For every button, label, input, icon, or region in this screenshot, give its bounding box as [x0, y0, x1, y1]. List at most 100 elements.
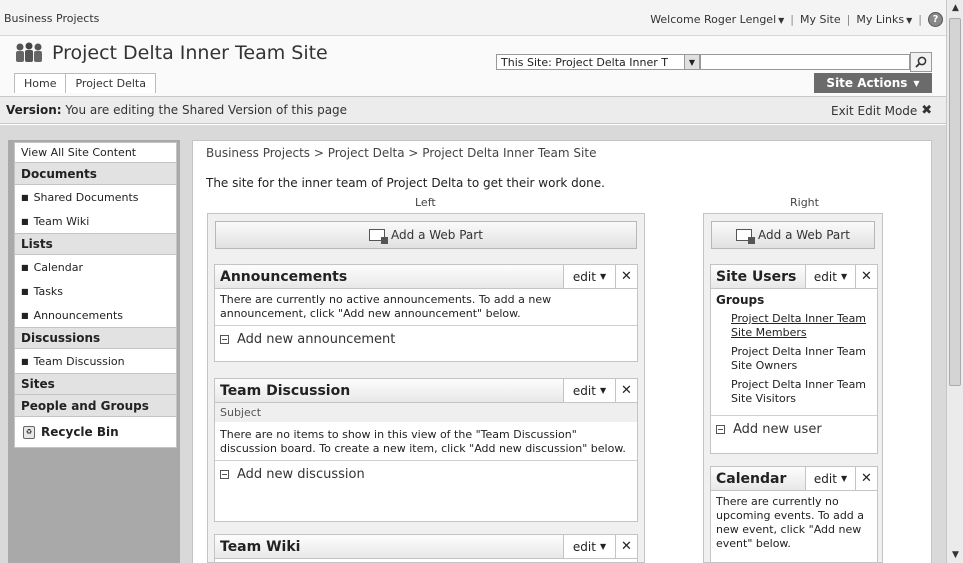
edit-menu-button[interactable]: edit ▼ — [563, 265, 615, 288]
exit-edit-label: Exit Edit Mode — [831, 103, 918, 118]
web-part-message: There are currently no active announceme… — [220, 293, 552, 320]
add-web-part-button[interactable]: Add a Web Part — [711, 221, 875, 249]
group-owners-link[interactable]: Project Delta Inner Team Site Owners — [731, 345, 872, 373]
column-header-subject[interactable]: Subject — [215, 403, 637, 422]
web-part-title[interactable]: Site Users — [711, 265, 805, 288]
my-site-link[interactable]: My Site — [800, 13, 841, 26]
recycle-bin-label: Recycle Bin — [41, 425, 119, 439]
vertical-scrollbar[interactable]: ▲ ▼ — [946, 0, 963, 563]
web-part-title[interactable]: Announcements — [215, 265, 563, 288]
scroll-up-icon[interactable]: ▲ — [948, 0, 963, 16]
web-part-title[interactable]: Team Discussion — [215, 379, 563, 402]
edit-menu-button[interactable]: edit ▼ — [805, 265, 855, 288]
edit-label: edit — [813, 471, 837, 486]
help-icon[interactable]: ? — [928, 12, 943, 27]
web-part-header: Calendar edit ▼ ✕ — [711, 467, 877, 491]
close-icon[interactable]: ✕ — [855, 467, 877, 490]
chevron-down-icon: ▼ — [778, 16, 785, 25]
bullet-icon: ■ — [21, 262, 29, 272]
web-part-title[interactable]: Team Wiki — [215, 535, 563, 558]
chevron-down-icon: ▼ — [840, 474, 848, 483]
breadcrumb[interactable]: Business Projects > Project Delta > Proj… — [206, 146, 596, 160]
exit-edit-mode-link[interactable]: Exit Edit Mode ✖ — [831, 103, 932, 118]
add-web-part-label: Add a Web Part — [758, 228, 850, 242]
ql-item-team-wiki[interactable]: ■ Team Wiki — [15, 209, 176, 233]
group-visitors-link[interactable]: Project Delta Inner Team Site Visitors — [731, 378, 872, 406]
close-icon: ✖ — [921, 103, 933, 118]
ql-item-shared-documents[interactable]: ■ Shared Documents — [15, 185, 176, 209]
groups-heading: Groups — [716, 293, 765, 307]
site-actions-menu[interactable]: Site Actions ▼ — [814, 73, 932, 93]
site-title[interactable]: Project Delta Inner Team Site — [52, 42, 328, 64]
chevron-down-icon: ▼ — [599, 542, 607, 551]
version-message: Version: You are editing the Shared Vers… — [6, 103, 347, 117]
search-input[interactable] — [700, 54, 910, 70]
ql-item-calendar[interactable]: ■ Calendar — [15, 255, 176, 279]
close-icon[interactable]: ✕ — [615, 265, 637, 288]
ql-item-tasks[interactable]: ■ Tasks — [15, 279, 176, 303]
my-links-menu[interactable]: My Links ▼ — [856, 13, 912, 26]
edit-label: edit — [572, 383, 596, 398]
group-members-link[interactable]: Project Delta Inner Team Site Members — [731, 312, 872, 340]
close-icon[interactable]: ✕ — [855, 265, 877, 288]
ql-item-label: Shared Documents — [33, 190, 139, 204]
bullet-icon: ■ — [21, 310, 29, 320]
add-web-part-icon — [369, 229, 389, 244]
ql-heading-people-and-groups[interactable]: People and Groups — [15, 395, 176, 417]
scrollbar-thumb[interactable] — [949, 18, 961, 386]
add-new-discussion-link[interactable]: Add new discussion — [215, 460, 637, 488]
edit-menu-button[interactable]: edit ▼ — [805, 467, 855, 490]
ql-item-label: Calendar — [33, 260, 84, 274]
add-icon — [716, 425, 725, 434]
web-part-team-discussion: Team Discussion edit ▼ ✕ Subject There ar… — [214, 378, 638, 522]
add-icon — [220, 470, 229, 479]
version-label: Version: — [6, 103, 62, 117]
edit-menu-button[interactable]: edit ▼ — [563, 379, 615, 402]
ql-heading-sites[interactable]: Sites — [15, 373, 176, 395]
ql-heading-documents[interactable]: Documents — [15, 163, 176, 185]
recycle-bin-link[interactable]: ♻ Recycle Bin — [15, 417, 176, 447]
chevron-down-icon: ▼ — [599, 272, 607, 281]
ql-heading-discussions[interactable]: Discussions — [15, 327, 176, 349]
close-icon[interactable]: ✕ — [615, 379, 637, 402]
tab-project-delta[interactable]: Project Delta — [65, 73, 156, 93]
search-scope-value: This Site: Project Delta Inner T — [501, 55, 668, 69]
chevron-down-icon: ▼ — [599, 386, 607, 395]
add-link-label: Add new discussion — [237, 467, 365, 482]
ql-item-label: Tasks — [33, 284, 64, 298]
welcome-menu[interactable]: Welcome Roger Lengel ▼ — [650, 13, 784, 26]
welcome-label: Welcome Roger Lengel — [650, 13, 777, 26]
web-part-header: Team Wiki edit ▼ ✕ — [215, 535, 637, 559]
add-new-announcement-link[interactable]: Add new announcement — [215, 325, 637, 353]
site-collection-link[interactable]: Business Projects — [4, 12, 99, 25]
site-description: The site for the inner team of Project D… — [206, 176, 605, 190]
search-scope-select[interactable]: This Site: Project Delta Inner T ▼ — [496, 54, 700, 70]
ql-item-team-discussion[interactable]: ■ Team Discussion — [15, 349, 176, 373]
ql-item-announcements[interactable]: ■ Announcements — [15, 303, 176, 327]
web-part-header: Site Users edit ▼ ✕ — [711, 265, 877, 289]
edit-label: edit — [572, 269, 596, 284]
edit-label: edit — [813, 269, 837, 284]
tab-home[interactable]: Home — [14, 73, 67, 93]
web-part-title[interactable]: Calendar — [711, 467, 805, 490]
search-button[interactable] — [910, 52, 932, 72]
web-part-announcements: Announcements edit ▼ ✕ There are currentl… — [214, 264, 638, 362]
top-nav-tabs: Home Project Delta — [14, 73, 156, 93]
bullet-icon: ■ — [21, 216, 29, 226]
add-link-label: Add new announcement — [237, 332, 396, 347]
add-new-user-link[interactable]: Add new user — [711, 415, 877, 443]
close-icon[interactable]: ✕ — [615, 535, 637, 558]
view-all-site-content-link[interactable]: View All Site Content — [15, 143, 176, 163]
separator: | — [846, 13, 851, 26]
people-logo-icon[interactable] — [14, 42, 44, 64]
separator: | — [918, 13, 922, 26]
version-text: You are editing the Shared Version of th… — [65, 103, 348, 117]
recycle-bin-icon: ♻ — [23, 425, 35, 439]
edit-menu-button[interactable]: edit ▼ — [563, 535, 615, 558]
scroll-down-icon[interactable]: ▼ — [948, 547, 963, 563]
ql-item-label: Team Wiki — [33, 214, 90, 228]
ql-heading-lists[interactable]: Lists — [15, 233, 176, 255]
web-part-site-users: Site Users edit ▼ ✕ Groups Project Delta … — [710, 264, 878, 454]
site-actions-label: Site Actions — [826, 76, 908, 90]
add-web-part-button[interactable]: Add a Web Part — [215, 221, 637, 249]
